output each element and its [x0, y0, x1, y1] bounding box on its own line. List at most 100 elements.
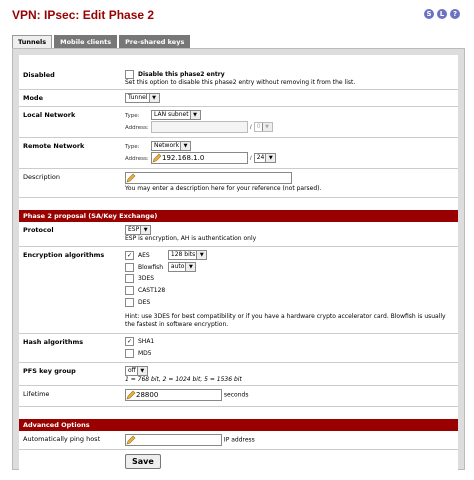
- list-item: CAST128: [125, 286, 454, 298]
- remote-address-label: Address:: [125, 155, 149, 162]
- ping-host-label: Automatically ping host: [23, 435, 101, 443]
- 3des-checkbox[interactable]: [125, 274, 134, 283]
- encryption-hint: Hint: use 3DES for best compatibility or…: [125, 313, 446, 328]
- des-label: DES: [138, 299, 151, 306]
- mode-row: Mode Tunnel ▼: [19, 90, 458, 107]
- protocol-row: Protocol ESP ▼ ESP is encryption, AH is a…: [19, 222, 458, 247]
- lifetime-label: Lifetime: [23, 390, 50, 398]
- disabled-checkbox-label: Disable this phase2 entry: [138, 71, 225, 78]
- description-input[interactable]: [125, 172, 292, 184]
- local-network-row: Local Network Type: LAN subnet ▼ Address: …: [19, 107, 458, 138]
- page-title: VPN: IPsec: Edit Phase 2: [12, 8, 155, 22]
- lifetime-unit: seconds: [223, 391, 249, 399]
- log-icon[interactable]: L: [437, 9, 447, 19]
- pencil-icon: [126, 435, 136, 445]
- description-hint: You may enter a description here for you…: [125, 185, 322, 192]
- chevron-down-icon: ▼: [196, 251, 207, 259]
- 3des-label: 3DES: [138, 275, 155, 282]
- pfs-row: PFS key group off ▼ 1 = 768 bit, 2 = 1024…: [19, 363, 458, 386]
- pencil-icon: [126, 173, 136, 183]
- mode-label: Mode: [23, 94, 43, 102]
- lifetime-row: Lifetime 28800 seconds: [19, 386, 458, 407]
- sha1-checkbox[interactable]: ✓: [125, 337, 134, 346]
- save-button[interactable]: Save: [125, 454, 161, 469]
- description-label: Description: [23, 173, 61, 181]
- chevron-down-icon: ▼: [180, 142, 191, 150]
- list-item: 3DES: [125, 274, 454, 286]
- chevron-down-icon: ▼: [265, 154, 276, 162]
- remote-type-select[interactable]: Network ▼: [151, 141, 192, 151]
- list-item: DES: [125, 298, 454, 310]
- list-item: ✓ AES 128 bits ▼: [125, 250, 454, 262]
- chevron-down-icon: ▼: [136, 367, 147, 375]
- phase2-section-header: Phase 2 proposal (SA/Key Exchange): [19, 210, 458, 222]
- cast128-label: CAST128: [138, 287, 166, 294]
- protocol-select[interactable]: ESP ▼: [125, 225, 152, 235]
- mode-select[interactable]: Tunnel ▼: [125, 93, 160, 103]
- md5-label: MD5: [138, 350, 152, 357]
- disabled-label: Disabled: [23, 71, 55, 79]
- tab-mobile-clients[interactable]: Mobile clients: [54, 35, 118, 49]
- local-network-label: Local Network: [23, 111, 76, 119]
- protocol-hint: ESP is encryption, AH is authentication …: [125, 235, 257, 242]
- local-address-label: Address:: [125, 124, 149, 131]
- pencil-icon: [152, 153, 162, 163]
- local-type-label: Type:: [125, 112, 140, 119]
- tab-tunnels[interactable]: Tunnels: [12, 35, 53, 49]
- description-row: Description You may enter a description …: [19, 169, 458, 198]
- top-icons: S L ?: [424, 9, 460, 19]
- pfs-hint: 1 = 768 bit, 2 = 1024 bit, 5 = 1536 bit: [125, 376, 242, 383]
- hash-row: Hash algorithms ✓ SHA1 MD5: [19, 334, 458, 363]
- list-item: Blowfish auto ▼: [125, 262, 454, 274]
- chevron-down-icon: ▼: [189, 111, 200, 119]
- des-checkbox[interactable]: [125, 298, 134, 307]
- local-address-input[interactable]: [151, 121, 248, 133]
- list-item: ✓ SHA1: [125, 337, 454, 349]
- chevron-down-icon: ▼: [261, 123, 272, 131]
- aes-keylen-select[interactable]: 128 bits ▼: [167, 250, 208, 260]
- encryption-row: Encryption algorithms ✓ AES 128 bits ▼ Blo…: [19, 247, 458, 334]
- pfs-label: PFS key group: [23, 367, 76, 375]
- tab-pre-shared-keys[interactable]: Pre-shared keys: [119, 35, 191, 49]
- list-item: MD5: [125, 349, 454, 361]
- ping-host-row: Automatically ping host IP address: [19, 431, 458, 450]
- local-slash: /: [249, 124, 252, 131]
- lifetime-input[interactable]: 28800: [125, 389, 222, 401]
- remote-mask-select[interactable]: 24 ▼: [253, 153, 277, 163]
- md5-checkbox[interactable]: [125, 349, 134, 358]
- advanced-section-header: Advanced Options: [19, 419, 458, 431]
- form-content: Disabled Disable this phase2 entry Set t…: [19, 55, 458, 472]
- remote-type-label: Type:: [125, 143, 140, 150]
- local-type-select[interactable]: LAN subnet ▼: [151, 110, 201, 120]
- chevron-down-icon: ▼: [148, 94, 159, 102]
- blowfish-keylen-select[interactable]: auto ▼: [167, 262, 197, 272]
- remote-network-row: Remote Network Type: Network ▼ Address: 192…: [19, 138, 458, 169]
- ping-host-input[interactable]: [125, 434, 222, 446]
- main-panel: Disabled Disable this phase2 entry Set t…: [12, 48, 465, 472]
- protocol-label: Protocol: [23, 226, 54, 234]
- blowfish-checkbox[interactable]: [125, 262, 134, 272]
- ping-host-unit: IP address: [223, 436, 255, 444]
- remote-network-label: Remote Network: [23, 142, 85, 150]
- cast128-checkbox[interactable]: [125, 286, 134, 295]
- help-icon[interactable]: ?: [450, 9, 460, 19]
- disabled-checkbox[interactable]: [125, 70, 134, 79]
- disabled-row: Disabled Disable this phase2 entry Set t…: [19, 67, 458, 90]
- pfs-select[interactable]: off ▼: [125, 366, 148, 376]
- pencil-icon: [126, 390, 136, 400]
- sha1-label: SHA1: [138, 338, 155, 345]
- status-icon[interactable]: S: [424, 9, 434, 19]
- remote-address-input[interactable]: 192.168.1.0: [151, 152, 248, 164]
- blowfish-label: Blowfish: [138, 263, 164, 271]
- hash-label: Hash algorithms: [23, 338, 84, 346]
- disabled-hint: Set this option to disable this phase2 e…: [125, 79, 356, 86]
- save-row: Save: [19, 450, 458, 472]
- aes-label: AES: [138, 251, 150, 259]
- local-mask-select[interactable]: 0 ▼: [253, 122, 273, 132]
- tab-bar: Tunnels Mobile clients Pre-shared keys: [12, 35, 191, 49]
- encryption-label: Encryption algorithms: [23, 251, 105, 259]
- aes-checkbox[interactable]: ✓: [125, 250, 134, 260]
- chevron-down-icon: ▼: [185, 263, 196, 271]
- remote-slash: /: [249, 155, 252, 162]
- chevron-down-icon: ▼: [140, 226, 151, 234]
